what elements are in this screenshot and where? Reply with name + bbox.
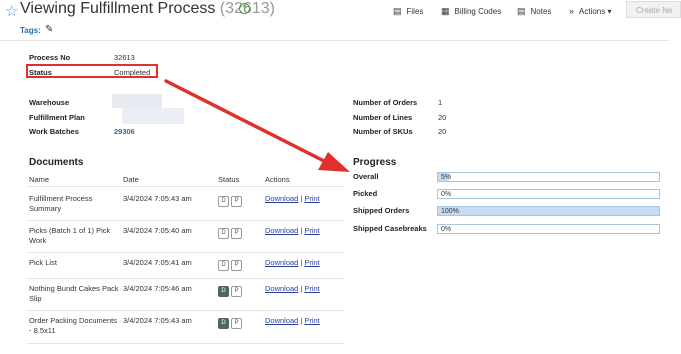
annotation-arrow xyxy=(164,79,350,172)
